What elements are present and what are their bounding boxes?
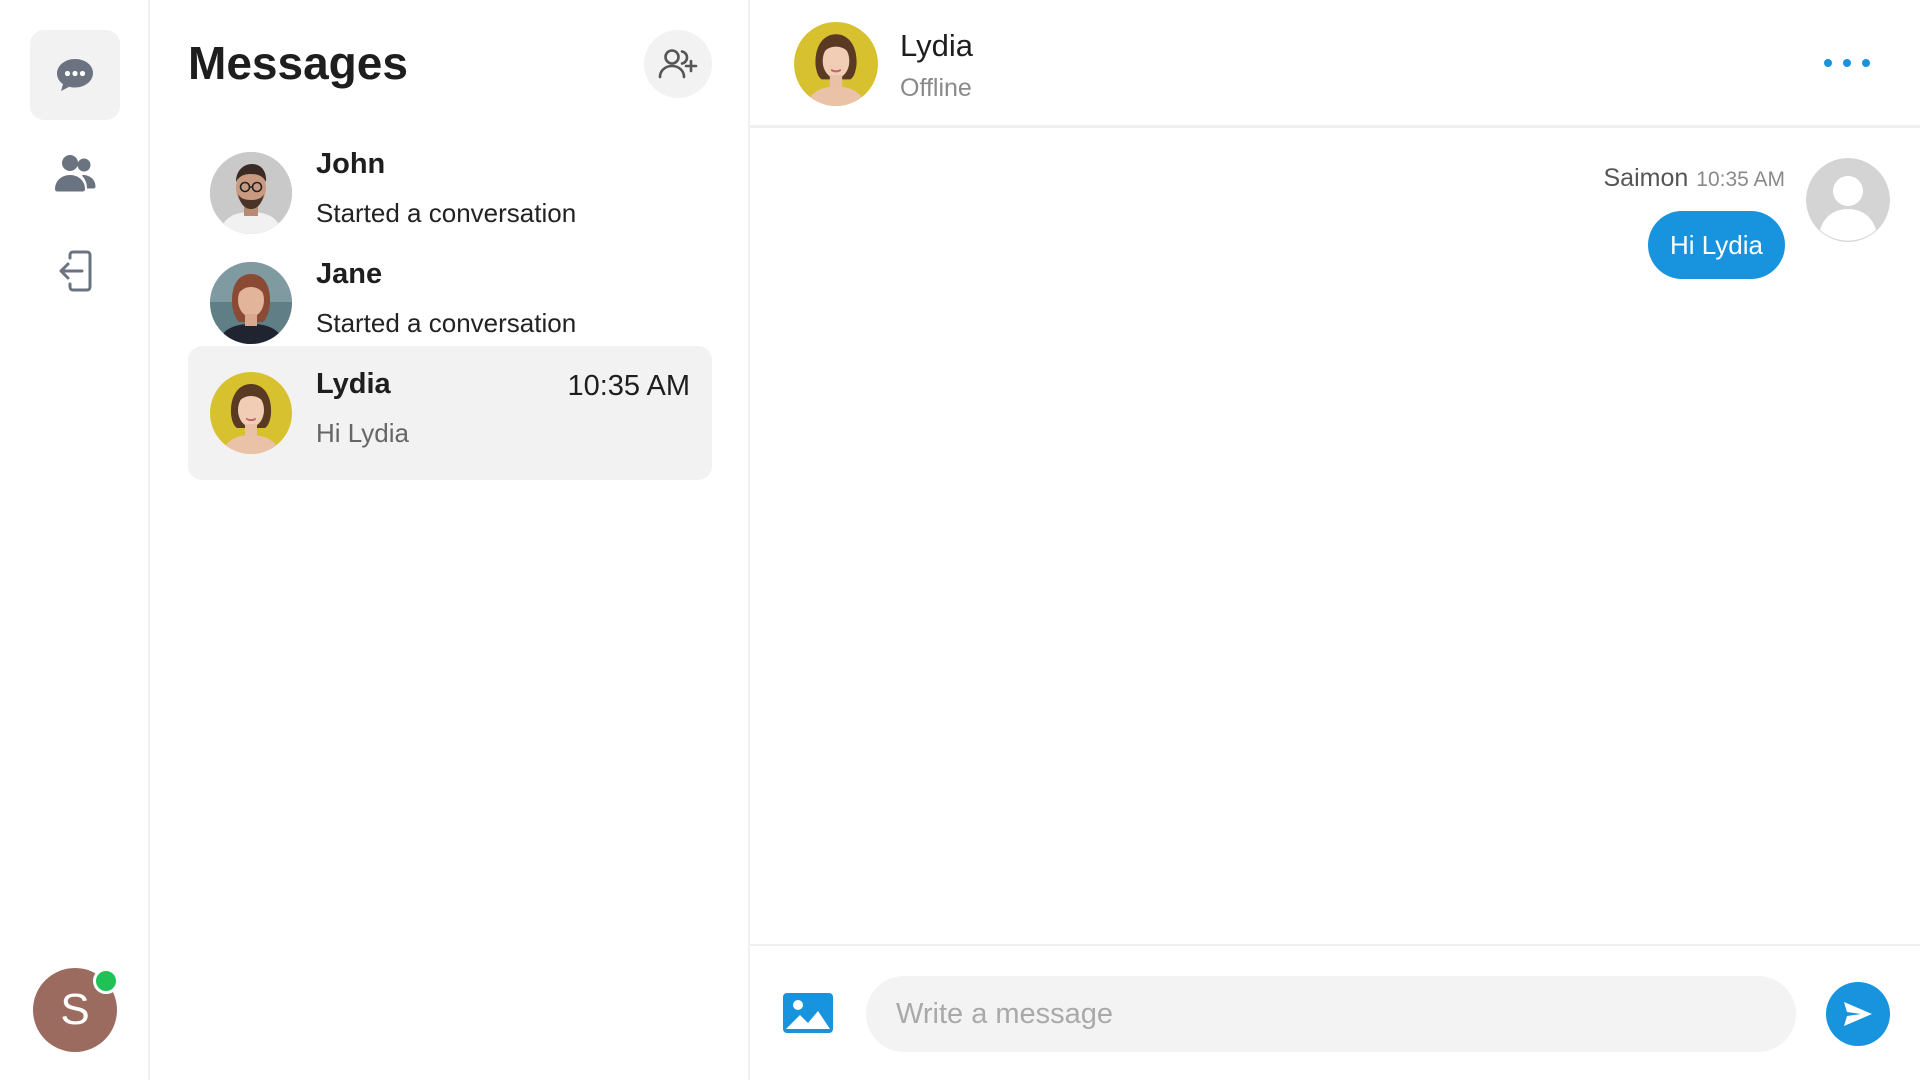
conversation-preview: Started a conversation [316, 308, 577, 338]
nav-messages-button[interactable] [30, 30, 120, 120]
more-options-button[interactable] [1824, 50, 1870, 76]
chat-bubble-icon [57, 59, 93, 91]
image-icon [783, 993, 833, 1033]
chat-panel: Lydia Offline Saimon 10:35 AM Hi Lydia [750, 0, 1920, 1080]
conversation-name: Jane [316, 258, 383, 290]
conversation-preview: Hi Lydia [316, 418, 409, 448]
message-meta: Saimon 10:35 AM [1604, 164, 1786, 193]
message-composer [750, 944, 1920, 1080]
conversations-panel: Messages John Started a conversation Jan… [150, 0, 750, 1080]
user-avatar-letter: S [60, 985, 90, 1034]
conversation-name: John [316, 148, 386, 180]
users-icon [55, 155, 96, 192]
chat-header: Lydia Offline [750, 0, 1920, 128]
message-time: 10:35 AM [1696, 168, 1785, 191]
message-bubble: Hi Lydia [1648, 211, 1785, 279]
send-button[interactable] [1826, 982, 1890, 1046]
sender-avatar [1806, 158, 1890, 242]
avatar [210, 152, 292, 234]
conversation-item-lydia[interactable]: Lydia 10:35 AM Hi Lydia [188, 346, 712, 480]
avatar [210, 372, 292, 454]
contact-status: Offline [900, 74, 972, 102]
nav-users-button[interactable] [30, 128, 120, 218]
conversation-time: 10:35 AM [567, 370, 690, 402]
default-user-icon [1806, 158, 1890, 242]
nav-logout-button[interactable] [30, 226, 120, 316]
conversation-preview: Started a conversation [316, 198, 577, 228]
page-title: Messages [188, 37, 408, 89]
contact-name: Lydia [900, 28, 973, 63]
send-icon [1844, 1002, 1872, 1026]
user-avatar[interactable]: S [33, 968, 119, 1052]
user-plus-icon [658, 49, 698, 79]
conversation-name: Lydia [316, 368, 391, 400]
avatar [210, 262, 292, 344]
new-conversation-button[interactable] [644, 30, 712, 98]
more-horizontal-icon [1824, 59, 1832, 67]
contact-avatar[interactable] [794, 22, 878, 106]
online-status-dot [93, 968, 119, 994]
logout-icon [59, 250, 92, 292]
message-sender: Saimon [1603, 164, 1689, 192]
message-input[interactable] [866, 976, 1796, 1052]
nav-rail: S [0, 0, 150, 1080]
attach-image-button[interactable] [782, 992, 834, 1034]
